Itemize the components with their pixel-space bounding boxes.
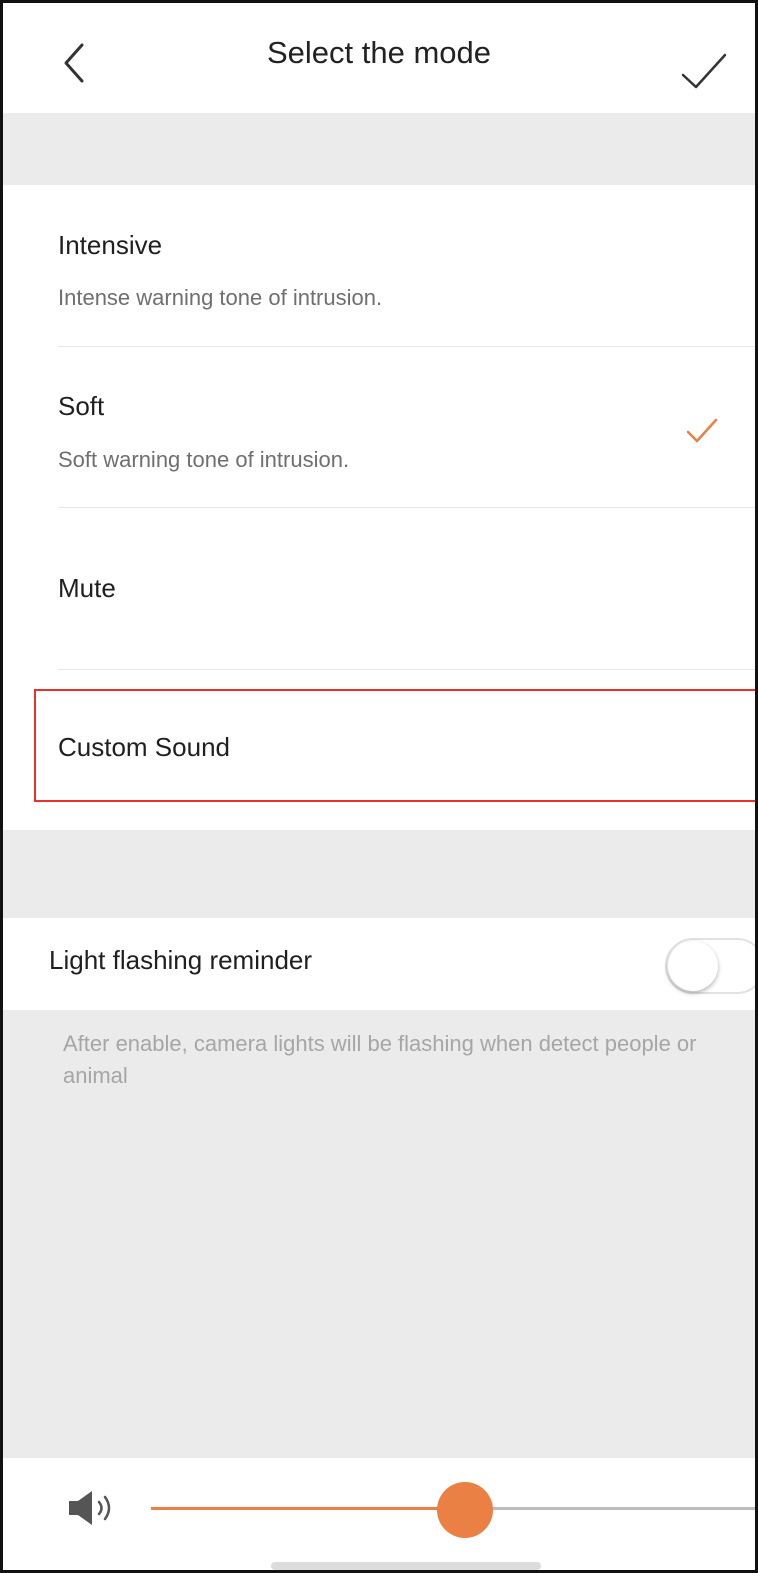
toggle-knob [668, 941, 718, 991]
mode-option-intensive[interactable]: Intensive Intense warning tone of intrus… [3, 185, 755, 346]
mode-option-soft[interactable]: Soft Soft warning tone of intrusion. [3, 347, 755, 507]
light-flashing-hint: After enable, camera lights will be flas… [63, 1031, 697, 1088]
mode-title: Custom Sound [58, 732, 230, 762]
section-spacer [3, 113, 755, 185]
volume-slider-thumb[interactable] [437, 1482, 494, 1538]
mode-description: Intense warning tone of intrusion. [58, 285, 383, 310]
mode-option-custom-sound[interactable]: Custom Sound [3, 690, 755, 803]
list-divider [58, 669, 755, 670]
navigation-bar: Select the mode [3, 3, 755, 113]
light-flashing-toggle[interactable] [665, 938, 755, 994]
mode-title: Soft [58, 391, 105, 421]
section-spacer [3, 830, 755, 918]
confirm-button[interactable] [675, 47, 731, 95]
volume-bar [3, 1458, 755, 1570]
light-flashing-label: Light flashing reminder [49, 945, 313, 975]
page-title: Select the mode [266, 35, 492, 70]
mode-title: Mute [58, 573, 116, 603]
volume-slider[interactable] [151, 1482, 755, 1538]
selected-check-icon [686, 418, 718, 443]
mode-description: Soft warning tone of intrusion. [58, 447, 350, 472]
mode-option-mute[interactable]: Mute [3, 508, 755, 668]
checkmark-icon [681, 53, 727, 89]
mode-title: Intensive [58, 230, 163, 260]
app-screen: Select the mode Intensive Intense warnin… [0, 0, 758, 1573]
speaker-icon[interactable] [67, 1488, 123, 1528]
light-flashing-row: Light flashing reminder [3, 918, 755, 1010]
mode-list: Intensive Intense warning tone of intrus… [3, 185, 755, 830]
volume-slider-fill [151, 1507, 466, 1510]
home-indicator [271, 1562, 541, 1570]
